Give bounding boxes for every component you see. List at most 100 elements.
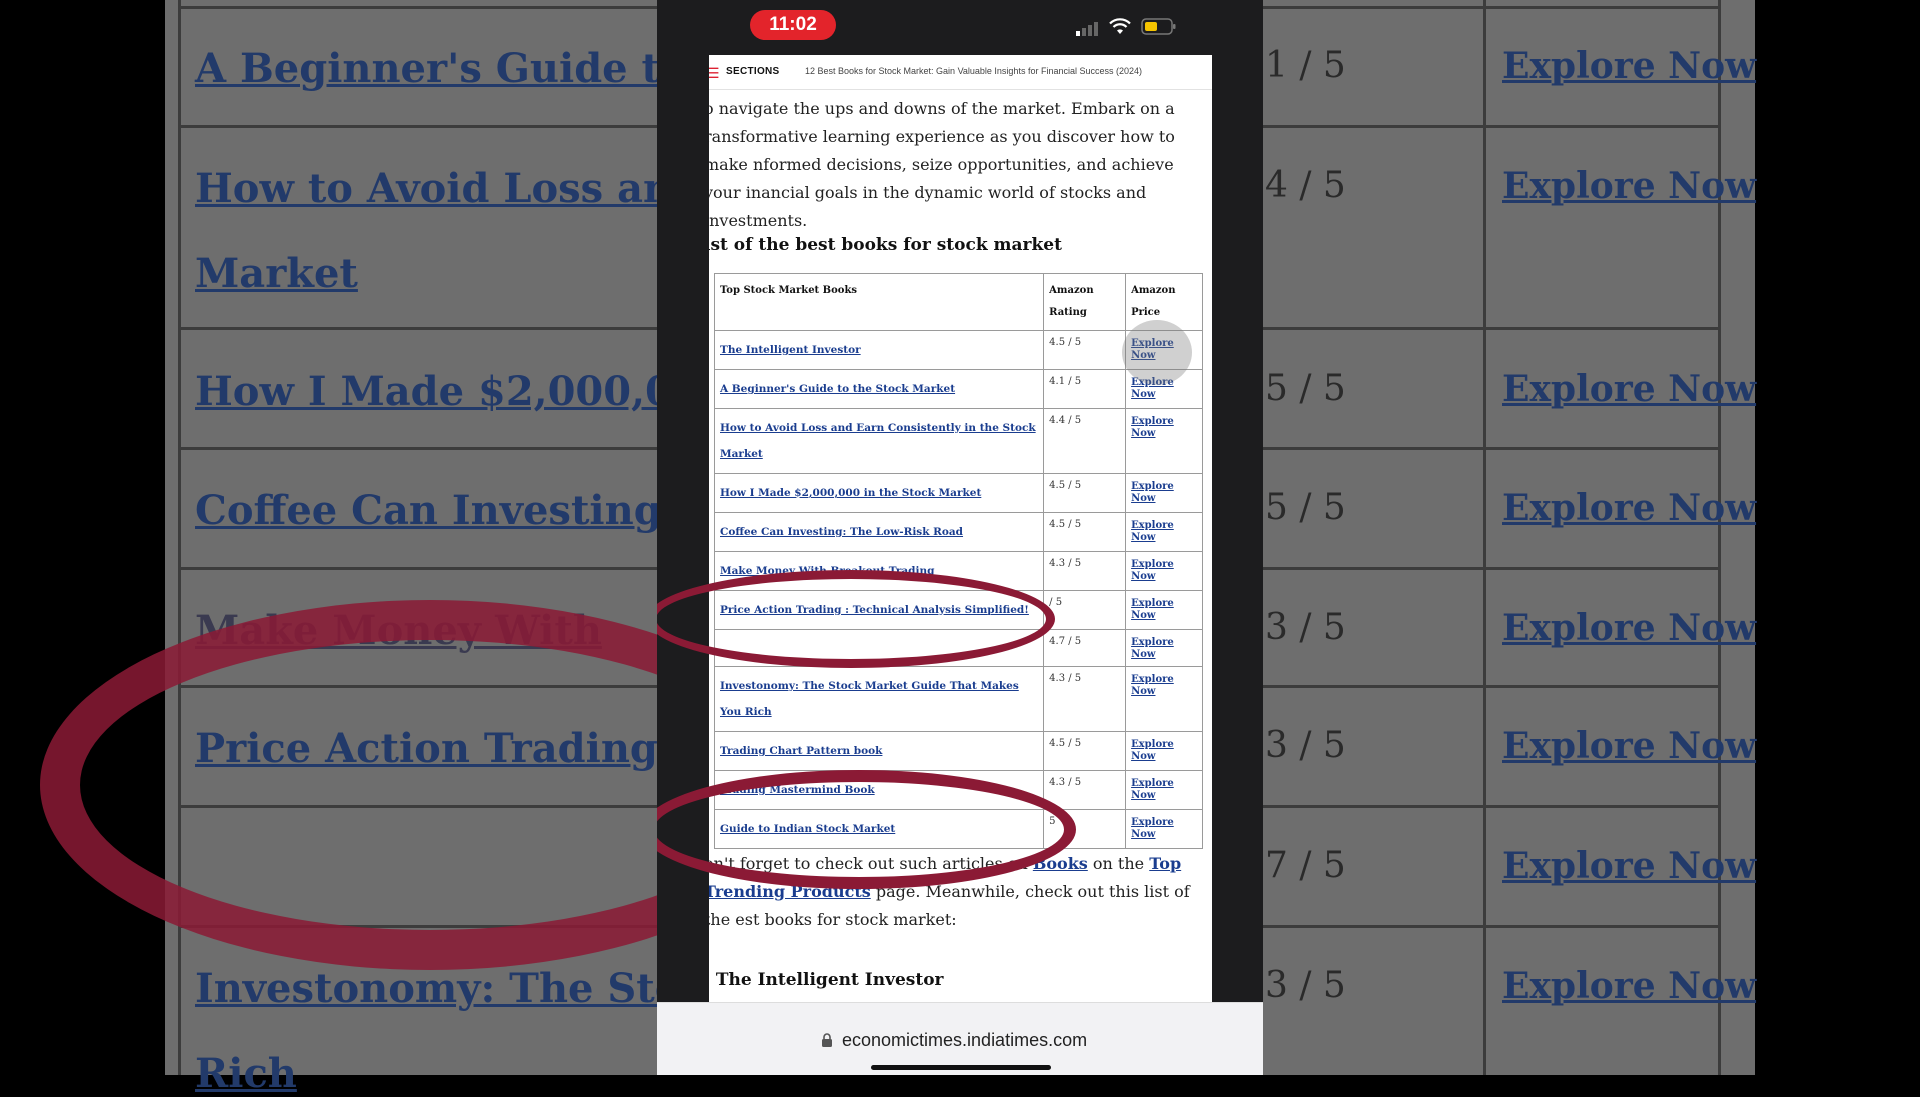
after-paragraph: on't forget to check out such articles o… (709, 850, 1212, 934)
rating-cell: 4.3 / 5 (1043, 770, 1127, 810)
bg-rating: 1 / 5 (1265, 45, 1346, 86)
lock-icon (822, 1033, 832, 1047)
price-cell: Explore Now (1125, 590, 1203, 630)
rating-cell: 4.5 / 5 (1043, 473, 1127, 513)
book-title-link[interactable]: Coffee Can Investing: The Low-Risk Road (720, 526, 963, 538)
price-cell: Explore Now (1125, 666, 1203, 732)
book-cell (713, 629, 1045, 667)
book-title-link[interactable]: Guide to Indian Stock Market (720, 823, 895, 835)
bg-book-title: Rich (195, 1050, 297, 1097)
book-title-link[interactable]: How I Made $2,000,000 in the Stock Marke… (720, 487, 981, 499)
price-cell: Explore Now (1125, 629, 1203, 667)
url-text: economictimes.indiatimes.com (842, 1030, 1088, 1050)
book-cell: Investonomy: The Stock Market Guide That… (713, 666, 1045, 732)
bg-rating: 7 / 5 (1265, 845, 1346, 886)
header-books: Top Stock Market Books (713, 273, 1045, 331)
book-title-link[interactable]: How to Avoid Loss and Earn Consistently … (720, 422, 1036, 460)
bg-rating: 3 / 5 (1265, 965, 1346, 1006)
explore-now-link[interactable]: Explore Now (1131, 778, 1174, 801)
rating-cell: 4.5 / 5 (1043, 731, 1127, 771)
table-row: Trading Chart Pattern book 4.5 / 5 Explore… (713, 731, 1203, 771)
status-bar: 11:02 (657, 0, 1263, 55)
table-row: How I Made $2,000,000 in the Stock Marke… (713, 473, 1203, 513)
book-cell: Coffee Can Investing: The Low-Risk Road (713, 512, 1045, 552)
hamburger-icon[interactable]: ☰ (709, 65, 720, 82)
bg-rating: 3 / 5 (1265, 725, 1346, 766)
price-cell: Explore Now (1125, 809, 1203, 849)
explore-now-link[interactable]: Explore Now (1131, 674, 1174, 697)
table-row: Make Money With Breakout Trading 4.3 / 5E… (713, 551, 1203, 591)
book-cell: The Intelligent Investor (713, 330, 1045, 370)
book-cell: Make Money With Breakout Trading (713, 551, 1045, 591)
book-title-link[interactable]: Trading Mastermind Book (720, 784, 875, 796)
book-cell: Trading Chart Pattern book (713, 731, 1045, 771)
status-time: 11:02 (750, 10, 836, 40)
book-cell: How to Avoid Loss and Earn Consistently … (713, 408, 1045, 474)
explore-now-link[interactable]: Explore Now (1131, 739, 1174, 762)
book-cell: Price Action Trading : Technical Analysi… (713, 590, 1045, 630)
article-title: 12 Best Books for Stock Market: Gain Val… (805, 66, 1142, 76)
explore-now-link[interactable]: Explore Now (1131, 416, 1174, 439)
bg-explore-link: Explore Now (1502, 165, 1757, 207)
price-cell: Explore Now (1125, 770, 1203, 810)
books-link[interactable]: Books (1033, 854, 1088, 873)
price-cell: Explore Now (1125, 551, 1203, 591)
table-row: A Beginner's Guide to the Stock Market 4.… (713, 369, 1203, 409)
header-rating: Amazon Rating (1043, 273, 1127, 331)
rating-cell: 4.3 / 5 (1043, 551, 1127, 591)
book-title-link[interactable]: A Beginner's Guide to the Stock Market (720, 383, 955, 395)
book-title-link[interactable]: Investonomy: The Stock Market Guide That… (720, 680, 1019, 718)
bg-rating: 5 / 5 (1265, 368, 1346, 409)
wifi-icon (1109, 18, 1131, 34)
table-row: Trading Mastermind Book 4.3 / 5 Explore No… (713, 770, 1203, 810)
list-heading: ist of the best books for stock market (709, 235, 1062, 255)
table-row: Price Action Trading : Technical Analysi… (713, 590, 1203, 630)
rating-cell: 4.4 / 5 (1043, 408, 1127, 474)
book-cell: Trading Mastermind Book (713, 770, 1045, 810)
rating-cell: 5 (1043, 809, 1127, 849)
explore-now-link[interactable]: Explore Now (1131, 520, 1174, 543)
sections-button[interactable]: SECTIONS (726, 66, 780, 77)
section-heading: . The Intelligent Investor (709, 970, 944, 990)
price-cell: Explore Now (1125, 408, 1203, 474)
rating-cell: 4.5 / 5 (1043, 330, 1127, 370)
explore-now-link[interactable]: Explore Now (1131, 817, 1174, 840)
price-cell: Explore Now (1125, 731, 1203, 771)
book-title-link[interactable]: Price Action Trading : Technical Analysi… (720, 604, 1029, 616)
price-cell: Explore Now (1125, 473, 1203, 513)
rating-cell: / 5 (1043, 590, 1127, 630)
battery-icon (1141, 18, 1176, 35)
book-title-link[interactable]: Trading Chart Pattern book (720, 745, 882, 757)
signal-icon (1076, 22, 1098, 36)
book-title-link[interactable]: The Intelligent Investor (720, 344, 861, 356)
explore-now-link[interactable]: Explore Now (1131, 637, 1174, 660)
book-title-link[interactable]: Make Money With Breakout Trading (720, 565, 934, 577)
bg-rating: 5 / 5 (1265, 487, 1346, 528)
bg-divider (1483, 0, 1486, 1075)
after-text-prefix: on't forget to check out such articles o… (709, 854, 1028, 873)
bg-explore-link: Explore Now (1502, 45, 1757, 87)
phone-screen: 11:02 ☰ SECTIONS 12 Best Books for Stock… (657, 0, 1263, 1075)
price-cell: Explore Now (1125, 512, 1203, 552)
rating-cell: 4.3 / 5 (1043, 666, 1127, 732)
explore-now-link[interactable]: Explore Now (1131, 481, 1174, 504)
book-cell: Guide to Indian Stock Market (713, 809, 1045, 849)
explore-now-link[interactable]: Explore Now (1131, 598, 1174, 621)
bg-explore-link: Explore Now (1502, 607, 1757, 649)
book-cell: A Beginner's Guide to the Stock Market (713, 369, 1045, 409)
rating-cell: 4.1 / 5 (1043, 369, 1127, 409)
bg-book-title: Market (195, 250, 358, 297)
bg-explore-link: Explore Now (1502, 487, 1757, 529)
bg-divider (1718, 0, 1721, 1075)
table-row: How to Avoid Loss and Earn Consistently … (713, 408, 1203, 474)
bg-explore-link: Explore Now (1502, 965, 1757, 1007)
home-indicator[interactable] (871, 1065, 1051, 1070)
bg-divider (178, 0, 181, 1075)
bg-rating: 3 / 5 (1265, 607, 1346, 648)
table-row: 4.7 / 5 Explore Now (713, 629, 1203, 667)
table-row: Guide to Indian Stock Market 5 Explore Now (713, 809, 1203, 849)
table-row: Coffee Can Investing: The Low-Risk Road 4… (713, 512, 1203, 552)
rating-cell: 4.7 / 5 (1043, 629, 1127, 667)
explore-now-link[interactable]: Explore Now (1131, 559, 1174, 582)
article-page: ☰ SECTIONS 12 Best Books for Stock Marke… (709, 55, 1212, 1075)
